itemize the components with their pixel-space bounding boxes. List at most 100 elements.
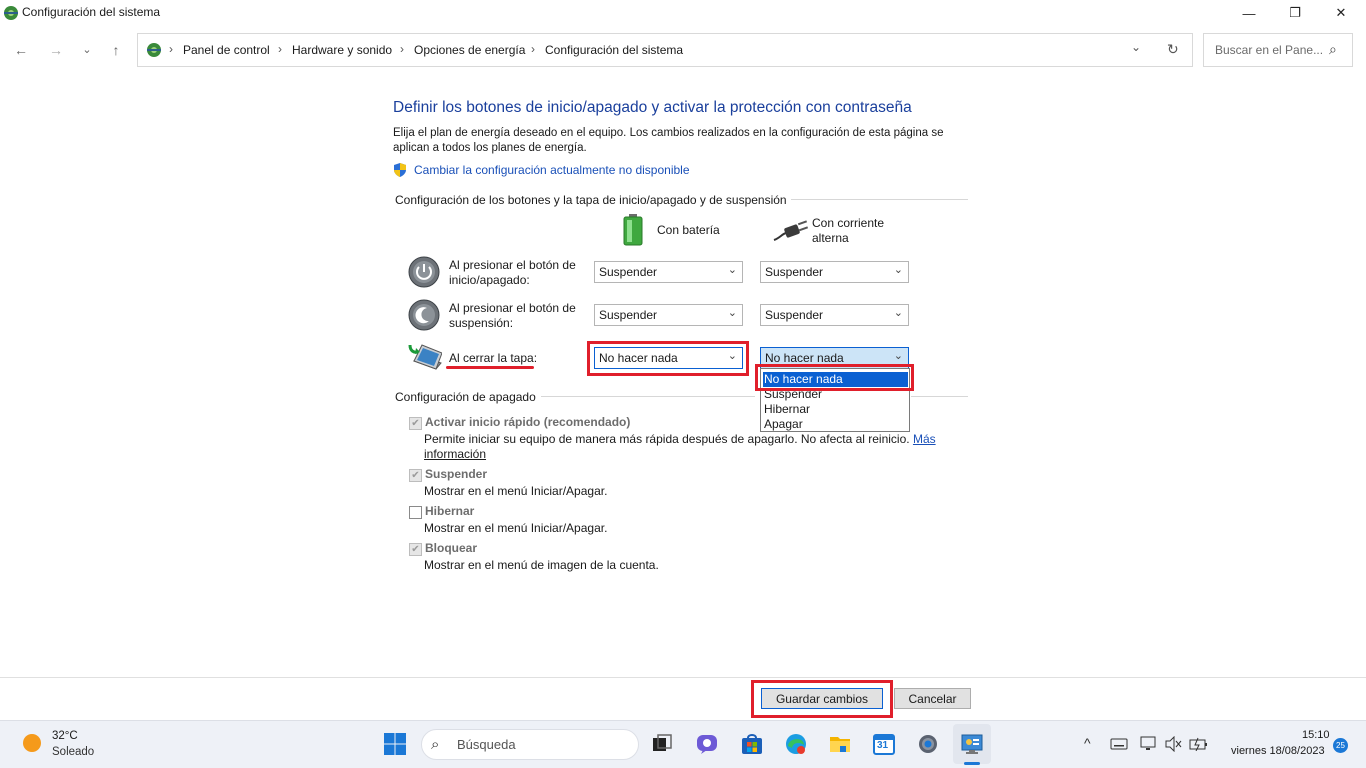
sleep-button-ac-select[interactable]: Suspender ⌄ — [760, 304, 909, 326]
address-bar[interactable]: › Panel de control › Hardware y sonido ›… — [137, 33, 1193, 67]
address-dropdown-icon[interactable]: ⌄ — [1131, 40, 1141, 54]
back-button[interactable]: ← — [10, 41, 32, 59]
lock-option-label: Bloquear — [425, 541, 478, 555]
forward-button[interactable]: → — [45, 41, 67, 59]
breadcrumb-configuracion-del-sistema[interactable]: Configuración del sistema — [545, 43, 683, 57]
sleep-button-battery-select[interactable]: Suspender ⌄ — [594, 304, 743, 326]
weather-description[interactable]: Soleado — [52, 746, 94, 758]
ac-column-header-line1: Con corriente — [812, 216, 885, 230]
dropdown-option-highlight — [755, 364, 914, 391]
power-button-label-line1: Al presionar el botón de — [449, 258, 576, 272]
chevron-down-icon: ⌄ — [727, 350, 737, 362]
network-icon[interactable] — [1140, 736, 1158, 752]
volume-muted-icon[interactable] — [1165, 735, 1183, 753]
control-panel-taskbar-icon[interactable] — [956, 728, 988, 760]
chevron-down-icon: ⌄ — [727, 307, 737, 319]
battery-column-header: Con batería — [657, 223, 720, 237]
taskbar-search-input[interactable]: Búsqueda — [457, 737, 516, 752]
clock-date[interactable]: viernes 18/08/2023 — [1231, 745, 1325, 757]
search-input[interactable]: Buscar en el Pane... — [1215, 43, 1323, 57]
breadcrumb-panel-de-control[interactable]: Panel de control — [183, 43, 270, 57]
fast-startup-checkbox[interactable]: ✔ — [409, 417, 422, 430]
weather-temperature[interactable]: 32°C — [52, 730, 78, 742]
select-value: No hacer nada — [599, 351, 678, 365]
battery-charging-icon[interactable] — [1189, 737, 1209, 752]
sleep-option-description: Mostrar en el menú Iniciar/Apagar. — [424, 484, 608, 498]
more-info-link[interactable]: Más — [913, 432, 936, 446]
keyboard-icon[interactable] — [1110, 737, 1128, 751]
minimize-button[interactable]: — — [1226, 0, 1272, 26]
control-panel-icon — [3, 5, 19, 21]
dropdown-option-apagar[interactable]: Apagar — [763, 417, 908, 432]
section-divider — [791, 199, 968, 200]
laptop-lid-icon — [408, 341, 443, 371]
page-description: Elija el plan de energía deseado en el e… — [393, 127, 944, 154]
buttons-section-title: Configuración de los botones y la tapa d… — [395, 193, 787, 207]
lid-label-underline-annotation — [446, 366, 534, 369]
notification-badge[interactable]: 25 — [1333, 738, 1348, 753]
up-button[interactable]: ↑ — [105, 41, 127, 59]
save-button[interactable]: Guardar cambios — [761, 688, 883, 709]
more-info-link-continued[interactable]: información — [424, 447, 486, 461]
section-divider — [911, 396, 968, 397]
select-value: Suspender — [599, 265, 658, 279]
hibernate-checkbox[interactable] — [409, 506, 422, 519]
chevron-down-icon: ⌄ — [893, 307, 903, 319]
power-button-icon — [408, 256, 440, 288]
windows-start-icon[interactable] — [379, 728, 411, 760]
sleep-checkbox[interactable]: ✔ — [409, 469, 422, 482]
sleep-button-icon — [408, 299, 440, 331]
select-value: Suspender — [765, 265, 824, 279]
shield-icon — [393, 163, 407, 177]
checkmark-icon: ✔ — [411, 418, 420, 429]
search-icon[interactable]: ⌕ — [1329, 41, 1337, 58]
select-value: Suspender — [599, 308, 658, 322]
footer-divider — [0, 677, 1366, 678]
power-button-battery-select[interactable]: Suspender ⌄ — [594, 261, 743, 283]
checkmark-icon: ✔ — [411, 470, 420, 481]
fast-startup-description: Permite iniciar su equipo de manera más … — [424, 432, 936, 446]
lid-battery-select[interactable]: No hacer nada ⌄ — [594, 347, 743, 369]
lock-option-description: Mostrar en el menú de imagen de la cuent… — [424, 558, 659, 572]
change-settings-link[interactable]: Cambiar la configuración actualmente no … — [414, 163, 690, 177]
page-title: Definir los botones de inicio/apagado y … — [393, 99, 912, 116]
clock-time[interactable]: 15:10 — [1302, 729, 1330, 741]
chevron-down-icon: ⌄ — [727, 264, 737, 276]
close-button[interactable]: ✕ — [1318, 0, 1364, 26]
power-button-label-line2: inicio/apagado: — [449, 273, 530, 287]
search-box[interactable]: Buscar en el Pane... ⌕ — [1203, 33, 1353, 67]
refresh-icon[interactable]: ↻ — [1167, 41, 1179, 58]
power-button-ac-select[interactable]: Suspender ⌄ — [760, 261, 909, 283]
power-plug-icon — [772, 218, 809, 242]
microsoft-store-icon[interactable] — [736, 728, 768, 760]
chevron-down-icon: ⌄ — [893, 264, 903, 276]
teams-chat-icon[interactable] — [691, 728, 723, 760]
sleep-button-label-line2: suspensión: — [449, 316, 514, 330]
checkmark-icon: ✔ — [411, 544, 420, 555]
cancel-button[interactable]: Cancelar — [894, 688, 971, 709]
select-value: No hacer nada — [765, 351, 844, 365]
edge-browser-icon[interactable] — [780, 728, 812, 760]
maximize-button[interactable]: ❐ — [1272, 0, 1318, 26]
breadcrumb-separator: › — [531, 42, 535, 56]
settings-gear-icon[interactable] — [912, 728, 944, 760]
breadcrumb-hardware-y-sonido[interactable]: Hardware y sonido — [292, 43, 392, 57]
task-view-icon[interactable] — [646, 728, 678, 760]
breadcrumb-opciones-de-energia[interactable]: Opciones de energía — [414, 43, 525, 57]
calendar-icon[interactable]: 31 — [868, 728, 900, 760]
breadcrumb-separator: › — [278, 42, 282, 56]
dropdown-option-hibernar[interactable]: Hibernar — [763, 402, 908, 417]
sun-weather-icon[interactable] — [22, 733, 42, 753]
file-explorer-icon[interactable] — [824, 728, 856, 760]
active-app-indicator — [964, 762, 980, 765]
tray-chevron-up-icon[interactable]: ^ — [1084, 735, 1091, 751]
taskbar — [0, 720, 1366, 768]
section-divider — [541, 396, 755, 397]
lock-checkbox[interactable]: ✔ — [409, 543, 422, 556]
select-value: Suspender — [765, 308, 824, 322]
taskbar-search[interactable]: ⌕ Búsqueda — [421, 729, 639, 760]
hibernate-option-description: Mostrar en el menú Iniciar/Apagar. — [424, 521, 608, 535]
battery-icon — [622, 214, 644, 246]
lid-close-label: Al cerrar la tapa: — [449, 351, 538, 365]
recent-locations-button[interactable]: ⌄ — [76, 40, 98, 58]
